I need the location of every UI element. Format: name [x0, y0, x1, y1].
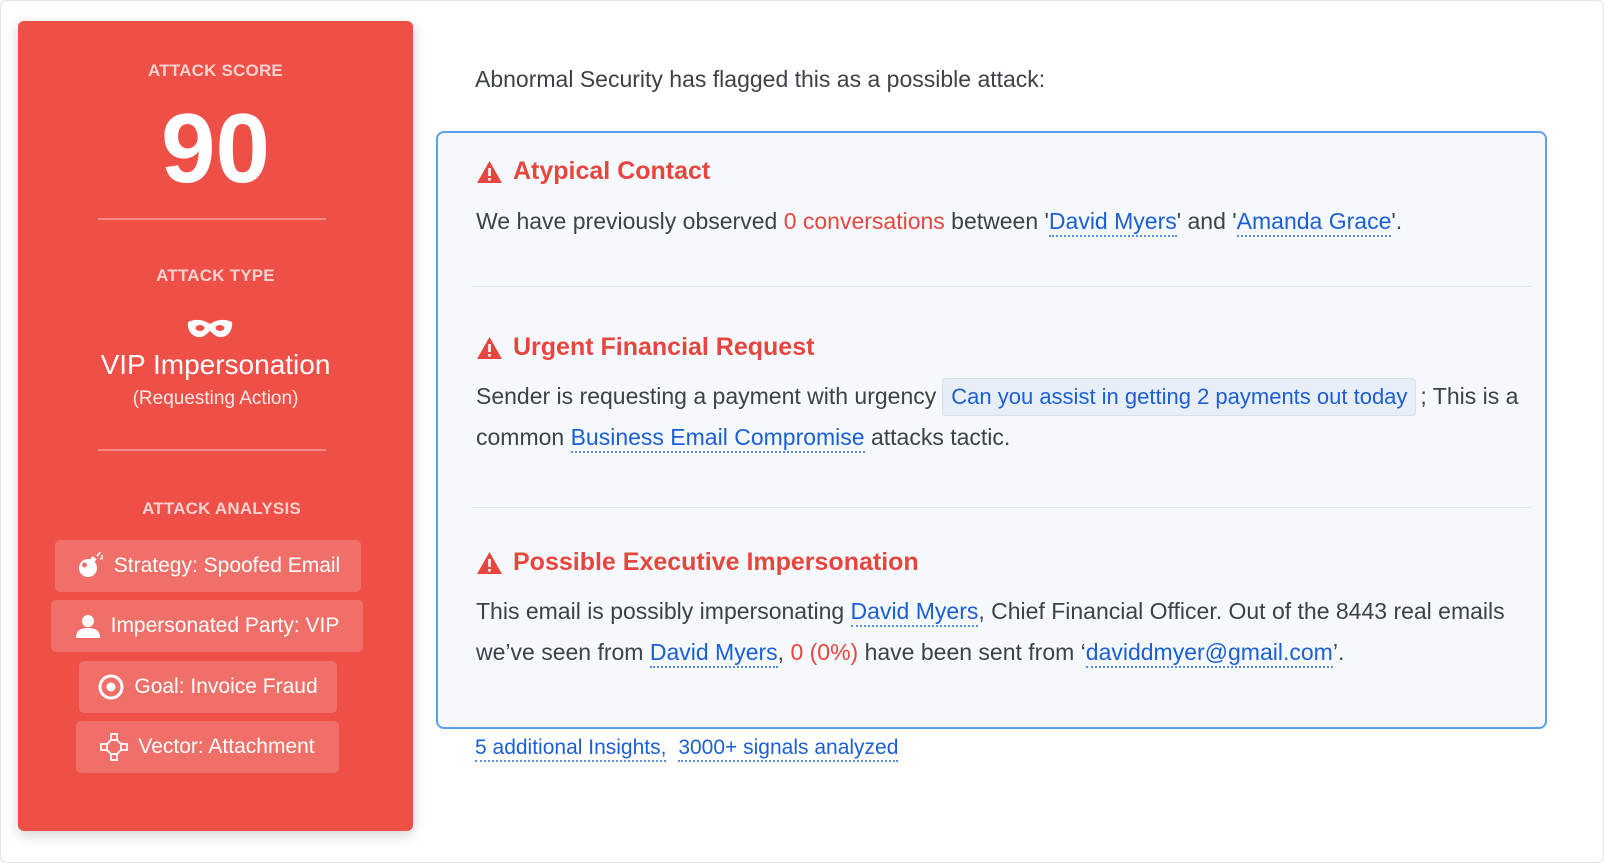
mask-icon: [187, 319, 233, 338]
attack-score-value: 90: [160, 93, 270, 203]
signals-analyzed-link[interactable]: 3000+ signals analyzed: [678, 736, 899, 762]
body-text: We have previously observed: [476, 208, 784, 234]
footer-links: 5 additional Insights, 3000+ signals ana…: [475, 736, 904, 762]
sender-email-link[interactable]: daviddmyer@gmail.com: [1085, 639, 1333, 668]
attack-score-label: ATTACK SCORE: [148, 61, 283, 80]
strategy-chip-label: Strategy: Spoofed Email: [113, 554, 341, 577]
impersonated-party-chip[interactable]: Impersonated Party: VIP: [51, 600, 363, 652]
divider: [98, 218, 326, 220]
attack-analysis-label: ATTACK ANALYSIS: [142, 499, 301, 518]
insight-urgent-financial-request: Urgent Financial Request Sender is reque…: [476, 333, 1526, 458]
attack-summary-panel: ATTACK SCORE 90 ATTACK TYPE VIP Imperson…: [18, 21, 413, 831]
vector-icon: [100, 733, 129, 761]
attack-type-subtitle: (Requesting Action): [132, 388, 299, 409]
additional-insights-link[interactable]: 5 additional Insights,: [475, 736, 667, 762]
person-link-david-myers[interactable]: David Myers: [649, 639, 778, 668]
attack-type-label: ATTACK TYPE: [156, 266, 275, 285]
strategy-chip[interactable]: Strategy: Spoofed Email: [55, 540, 361, 592]
intro-text: Abnormal Security has flagged this as a …: [475, 66, 1046, 92]
attack-type-title: VIP Impersonation: [100, 349, 331, 380]
body-text: ,: [777, 639, 791, 665]
bomb-icon: [78, 552, 104, 577]
body-text: '.: [1391, 208, 1403, 234]
body-text: attacks tactic.: [864, 424, 1011, 450]
insight-atypical-contact: Atypical Contact We have previously obse…: [476, 157, 1526, 243]
person-icon: [75, 615, 100, 638]
impersonated-party-chip-label: Impersonated Party: VIP: [110, 614, 340, 637]
insight-body: This email is possibly impersonating Dav…: [476, 591, 1526, 673]
insights-card: Atypical Contact We have previously obse…: [436, 131, 1547, 729]
target-icon: [98, 674, 124, 700]
insight-body: We have previously observed 0 conversati…: [476, 200, 1526, 243]
insight-title: Atypical Contact: [513, 157, 711, 185]
email-count: 0 (0%): [790, 639, 859, 665]
insight-divider: [472, 507, 1532, 508]
divider: [98, 449, 326, 451]
warning-icon: [477, 551, 502, 574]
goal-chip[interactable]: Goal: Invoice Fraud: [79, 661, 337, 713]
body-text: ' and ': [1176, 208, 1237, 234]
goal-chip-label: Goal: Invoice Fraud: [134, 675, 318, 698]
person-link-amanda-grace[interactable]: Amanda Grace: [1236, 208, 1392, 237]
body-text: This email is possibly impersonating: [476, 598, 851, 624]
insight-executive-impersonation: Possible Executive Impersonation This em…: [476, 548, 1526, 673]
warning-icon: [477, 160, 502, 183]
insight-divider: [472, 286, 1532, 287]
vector-chip[interactable]: Vector: Attachment: [76, 721, 339, 773]
conversation-count: 0 conversations: [783, 208, 945, 234]
body-text: ’.: [1332, 639, 1345, 665]
insight-body: Sender is requesting a payment with urge…: [476, 376, 1526, 458]
body-text: between ': [944, 208, 1049, 234]
insight-title: Possible Executive Impersonation: [513, 548, 919, 576]
vector-chip-label: Vector: Attachment: [138, 735, 315, 758]
insight-header: Atypical Contact: [476, 157, 1526, 186]
warning-icon: [477, 336, 502, 359]
body-text: have been sent from ‘: [858, 639, 1086, 665]
urgency-quote-chip[interactable]: Can you assist in getting 2 payments out…: [942, 378, 1417, 416]
insight-title: Urgent Financial Request: [513, 333, 815, 361]
insight-header: Possible Executive Impersonation: [476, 548, 1526, 577]
person-link-david-myers[interactable]: David Myers: [1048, 208, 1177, 237]
bec-link[interactable]: Business Email Compromise: [570, 424, 865, 453]
body-text: Sender is requesting a payment with urge…: [476, 383, 937, 409]
insight-header: Urgent Financial Request: [476, 333, 1526, 362]
person-link-david-myers[interactable]: David Myers: [850, 598, 979, 627]
